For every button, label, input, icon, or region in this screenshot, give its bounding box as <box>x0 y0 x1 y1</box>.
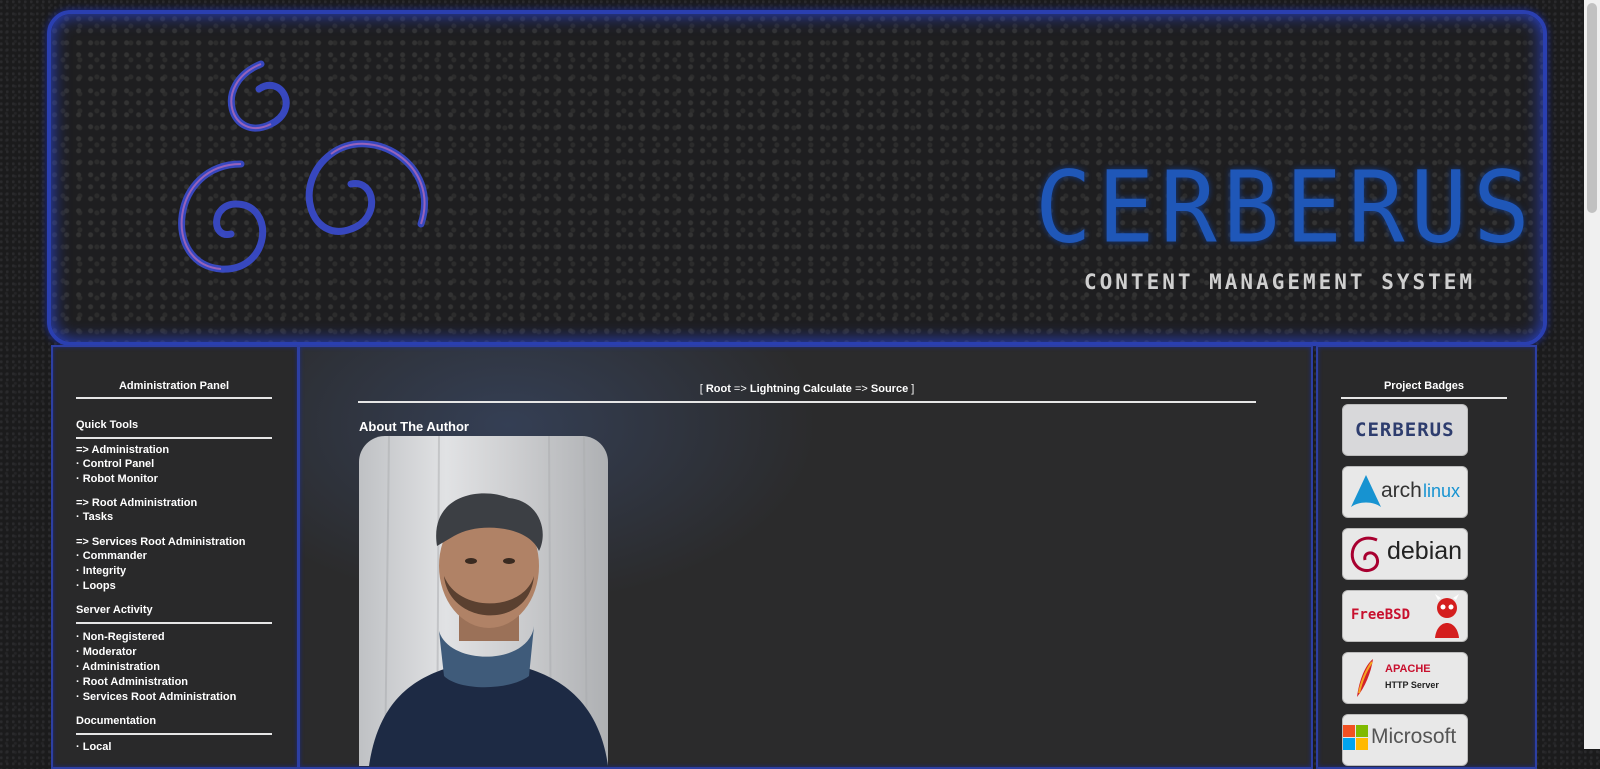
triskelion-logo-icon <box>178 60 428 273</box>
link-services-root-administration[interactable]: => Services Root Administration <box>76 536 246 548</box>
author-photo <box>359 436 608 766</box>
freebsd-daemon-icon <box>1435 594 1459 638</box>
breadcrumb-source[interactable]: Source <box>871 383 908 395</box>
badge-debian[interactable]: debian <box>1342 528 1468 580</box>
badge-archlinux-linux: linux <box>1423 481 1461 501</box>
microsoft-logo-green-icon <box>1356 725 1368 737</box>
link-robot-monitor[interactable]: · Robot Monitor <box>76 473 158 485</box>
badge-freebsd[interactable]: FreeBSD <box>1342 590 1468 642</box>
breadcrumb-sep: => <box>733 383 747 395</box>
badge-debian-label: debian <box>1387 537 1463 565</box>
link-activity-administration[interactable]: · Administration <box>76 661 160 673</box>
link-moderator[interactable]: · Moderator <box>76 646 137 658</box>
breadcrumb-close: ] <box>911 383 915 395</box>
scrollbar-thumb[interactable] <box>1587 3 1597 213</box>
server-activity-heading: Server Activity <box>76 604 272 624</box>
badge-apache-subtitle: HTTP Server <box>1385 680 1439 690</box>
link-non-registered[interactable]: · Non-Registered <box>76 631 165 643</box>
project-badges-title: Project Badges <box>1341 380 1507 399</box>
link-control-panel[interactable]: · Control Panel <box>76 458 154 470</box>
breadcrumb-sep: => <box>854 383 868 395</box>
microsoft-logo-red-icon <box>1343 725 1355 737</box>
quick-tools-heading: Quick Tools <box>76 419 272 439</box>
about-author-heading: About The Author <box>359 419 469 434</box>
badge-microsoft[interactable]: Microsoft <box>1342 714 1468 766</box>
badge-freebsd-label: FreeBSD <box>1351 607 1411 623</box>
link-activity-services-root-administration[interactable]: · Services Root Administration <box>76 691 236 703</box>
badge-cerberus[interactable]: CERBERUS <box>1342 404 1468 456</box>
link-commander[interactable]: · Commander <box>76 550 147 562</box>
badge-apache[interactable]: APACHE HTTP Server <box>1342 652 1468 704</box>
badge-cerberus-label: CERBERUS <box>1355 419 1455 441</box>
debian-swirl-icon <box>1350 536 1380 573</box>
administration-panel-title: Administration Panel <box>76 380 272 399</box>
administration-panel: Administration Panel Quick Tools => Admi… <box>51 345 299 769</box>
badge-microsoft-label: Microsoft <box>1371 725 1457 748</box>
breadcrumb-root[interactable]: Root <box>706 383 731 395</box>
badge-archlinux-arch: arch <box>1381 479 1422 502</box>
link-local[interactable]: · Local <box>76 741 111 753</box>
link-activity-root-administration[interactable]: · Root Administration <box>76 676 188 688</box>
badge-archlinux[interactable]: arch linux <box>1342 466 1468 518</box>
breadcrumb-lightning-calculate[interactable]: Lightning Calculate <box>750 383 852 395</box>
link-tasks[interactable]: · Tasks <box>76 511 113 523</box>
link-root-administration[interactable]: => Root Administration <box>76 497 197 509</box>
main-content: [ Root => Lightning Calculate => Source … <box>298 345 1313 769</box>
link-integrity[interactable]: · Integrity <box>76 565 126 577</box>
breadcrumb: [ Root => Lightning Calculate => Source … <box>358 383 1256 403</box>
apache-feather-icon <box>1357 659 1373 697</box>
brand-title: CERBERUS <box>1035 151 1536 266</box>
documentation-heading: Documentation <box>76 715 272 735</box>
badge-apache-title: APACHE <box>1385 663 1431 675</box>
project-badges-panel: Project Badges CERBERUS arch linux debia… <box>1316 345 1537 769</box>
microsoft-logo-blue-icon <box>1343 738 1355 750</box>
archlinux-logo-icon <box>1351 475 1381 507</box>
site-banner: CERBERUS CONTENT MANAGEMENT SYSTEM <box>47 10 1547 346</box>
breadcrumb-open: [ <box>699 383 703 395</box>
page-scrollbar[interactable] <box>1584 0 1600 749</box>
link-administration[interactable]: => Administration <box>76 444 169 456</box>
brand-subtitle: CONTENT MANAGEMENT SYSTEM <box>1084 270 1476 294</box>
microsoft-logo-yellow-icon <box>1356 738 1368 750</box>
link-loops[interactable]: · Loops <box>76 580 116 592</box>
